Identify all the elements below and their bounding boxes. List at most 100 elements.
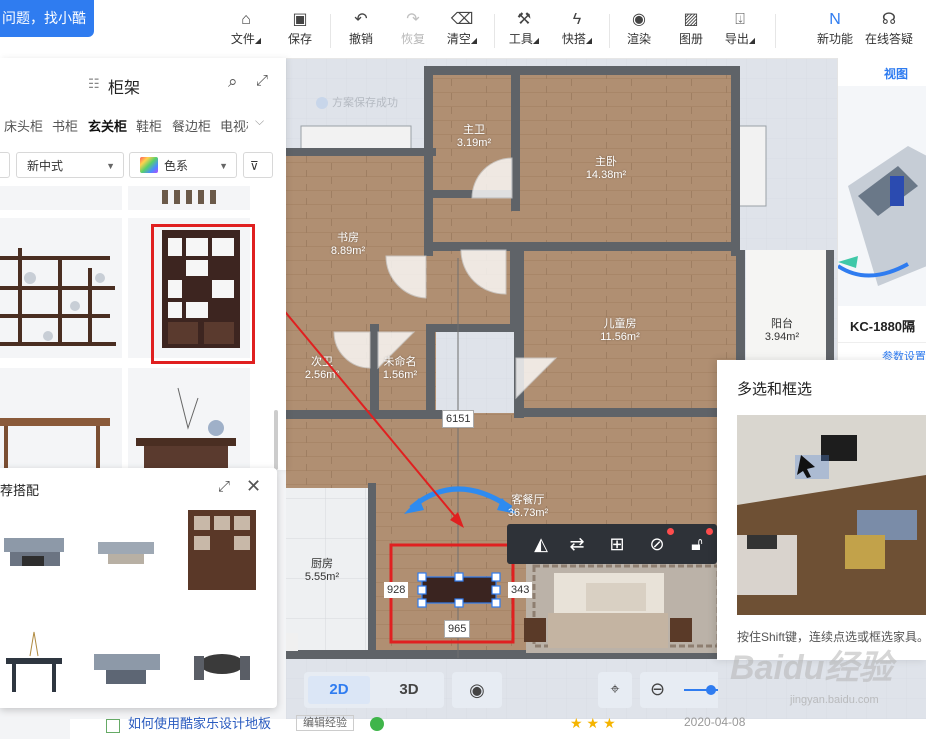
eye-icon[interactable]: ◉ xyxy=(452,672,502,708)
combo-thumb[interactable] xyxy=(0,628,80,698)
product-thumb-table[interactable] xyxy=(0,368,122,470)
online-help-button[interactable]: ☊ 在线答疑 xyxy=(862,10,916,52)
tab-tv[interactable]: 电视柜 xyxy=(220,116,248,135)
product-thumb-shelf[interactable] xyxy=(0,218,122,358)
wrench-icon: ⚒ xyxy=(516,11,532,28)
combo-thumb[interactable] xyxy=(0,508,80,584)
tab-bookcase[interactable]: 书柜 xyxy=(52,116,78,135)
article-strip: 如何使用酷家乐设计地板 编辑经验 ★★★ 2020-04-08 xyxy=(70,715,926,739)
redo-button[interactable]: ↷ 恢复 xyxy=(389,10,437,52)
list-icon[interactable]: ☷ xyxy=(88,76,100,92)
floppy-icon: ▣ xyxy=(292,11,308,28)
close-icon[interactable]: ✕ xyxy=(246,476,261,497)
room-living[interactable]: 客餐厅 36.73m² xyxy=(498,494,558,520)
mirror-icon[interactable]: ◭ xyxy=(529,532,553,556)
combo-thumb-cabinet[interactable] xyxy=(186,508,258,592)
recommend-title: 荐搭配 xyxy=(0,483,40,498)
tab-shoe[interactable]: 鞋柜 xyxy=(136,116,162,135)
help-pill[interactable]: 问题，找小酷 xyxy=(0,0,94,37)
chevron-down-icon[interactable]: ⌵ xyxy=(255,114,264,129)
home-icon: ⌂ xyxy=(241,11,251,28)
mode-3d-button[interactable]: 3D xyxy=(378,676,440,704)
undo-button[interactable]: ↶ 撤销 xyxy=(337,10,385,52)
product-name: KC-1880隔 xyxy=(850,319,916,334)
product-thumb[interactable] xyxy=(0,186,122,210)
filter-dropdown-left[interactable] xyxy=(0,152,10,178)
fit-view-icon[interactable]: ⌖ xyxy=(598,672,632,708)
zoom-control: ⊖ xyxy=(640,672,718,708)
edit-badge[interactable]: 编辑经验 xyxy=(296,715,354,731)
room-area: 3.19m² xyxy=(456,137,492,149)
save-toast: 方案保存成功 xyxy=(316,94,398,110)
eraser-icon: ⌫ xyxy=(450,11,474,28)
color-filter[interactable]: 色系 ▼ xyxy=(129,152,237,178)
recommend-panel: 荐搭配 ⤢ ✕ xyxy=(0,468,277,708)
article-link[interactable]: 如何使用酷家乐设计地板 xyxy=(128,713,271,732)
clear-button[interactable]: ⌫ 清空◢ xyxy=(438,10,486,52)
copy-icon[interactable]: ⊞ xyxy=(605,532,629,556)
save-button[interactable]: ▣ 保存 xyxy=(276,10,324,52)
product-thumb-console[interactable] xyxy=(128,368,250,470)
camera-icon: ◉ xyxy=(632,11,646,28)
zoom-handle[interactable] xyxy=(706,685,716,695)
view-tab[interactable]: 视图 xyxy=(838,58,926,87)
dimension-width[interactable]: 965 xyxy=(444,620,471,638)
view-mode-switch: 2D 3D xyxy=(304,672,444,708)
dimension-left-gap[interactable]: 928 xyxy=(384,582,409,598)
tip-image xyxy=(737,415,926,615)
filter-button[interactable]: ⊽ xyxy=(243,152,273,178)
bottom-controls: 2D 3D ◉ ⌖ ⊖ xyxy=(286,660,718,719)
room-area: 5.55m² xyxy=(304,571,340,583)
search-icon[interactable]: ⌕ xyxy=(228,72,238,92)
funnel-icon: ⊽ xyxy=(250,159,259,173)
room-study[interactable]: 书房 8.89m² xyxy=(318,232,378,258)
room-balcony[interactable]: 阳台 3.94m² xyxy=(752,318,812,344)
tab-entryway[interactable]: 玄关柜 xyxy=(88,116,127,135)
redo-icon: ↷ xyxy=(406,11,420,28)
notice-dot xyxy=(667,528,674,535)
selection-toolbar: ◭ ⇄ ⊞ ⊘ 🔓︎ xyxy=(507,524,717,564)
quick-build-button[interactable]: ϟ 快搭◢ xyxy=(553,10,601,52)
dimension-vertical[interactable]: 6151 xyxy=(442,410,475,428)
file-button[interactable]: ⌂ 文件◢ xyxy=(222,10,270,52)
export-button[interactable]: ⍗ 导出◢ xyxy=(716,10,764,52)
new-feature-button[interactable]: N 新功能 xyxy=(811,10,859,52)
check-icon xyxy=(316,97,328,110)
room-master-bed[interactable]: 主卧 14.38m² xyxy=(576,156,636,182)
export-icon: ⍗ xyxy=(735,11,745,28)
lock-icon[interactable]: 🔓︎ xyxy=(685,532,709,556)
dimension-right-gap[interactable]: 343 xyxy=(508,582,533,598)
room-area: 8.89m² xyxy=(330,245,366,257)
room-master-bath[interactable]: 主卫 3.19m² xyxy=(444,124,504,150)
room-kitchen[interactable]: 厨房 5.55m² xyxy=(292,558,352,584)
render-button[interactable]: ◉ 渲染 xyxy=(615,10,663,52)
swap-icon[interactable]: ⇄ xyxy=(565,532,589,556)
room-kids[interactable]: 儿童房 11.56m² xyxy=(590,318,650,344)
room-unnamed[interactable]: 未命名 1.56m² xyxy=(370,356,430,382)
zoom-out-icon[interactable]: ⊖ xyxy=(650,679,665,700)
3d-preview[interactable] xyxy=(836,86,926,306)
mode-2d-button[interactable]: 2D xyxy=(308,676,370,704)
room-name: 主卧 xyxy=(595,156,617,168)
room-area: 3.94m² xyxy=(764,331,800,343)
scrollbar[interactable] xyxy=(274,410,278,470)
room-area: 11.56m² xyxy=(600,331,640,343)
combo-thumb[interactable] xyxy=(90,628,170,698)
room-second-bath[interactable]: 次卫 2.56m² xyxy=(292,356,352,382)
tab-bedside[interactable]: 床头柜 xyxy=(4,116,43,135)
expand-icon[interactable]: ⤢ xyxy=(218,478,230,495)
combo-thumb[interactable] xyxy=(90,508,170,584)
expand-icon[interactable]: ⤢ xyxy=(256,72,268,89)
product-thumb[interactable] xyxy=(128,186,250,210)
style-filter[interactable]: 新中式 ▼ xyxy=(16,152,124,178)
caret-down-icon: ▼ xyxy=(219,161,228,171)
room-area: 14.38m² xyxy=(585,169,627,181)
headset-icon: ☊ xyxy=(881,11,897,28)
tab-sideboard[interactable]: 餐边柜 xyxy=(172,116,211,135)
room-area: 1.56m² xyxy=(382,369,418,381)
combo-thumb[interactable] xyxy=(186,628,258,698)
tools-button[interactable]: ⚒ 工具◢ xyxy=(500,10,548,52)
param-link[interactable]: 参数设置 xyxy=(882,348,926,360)
album-button[interactable]: ▨ 图册 xyxy=(667,10,715,52)
hide-icon[interactable]: ⊘ xyxy=(645,532,669,556)
